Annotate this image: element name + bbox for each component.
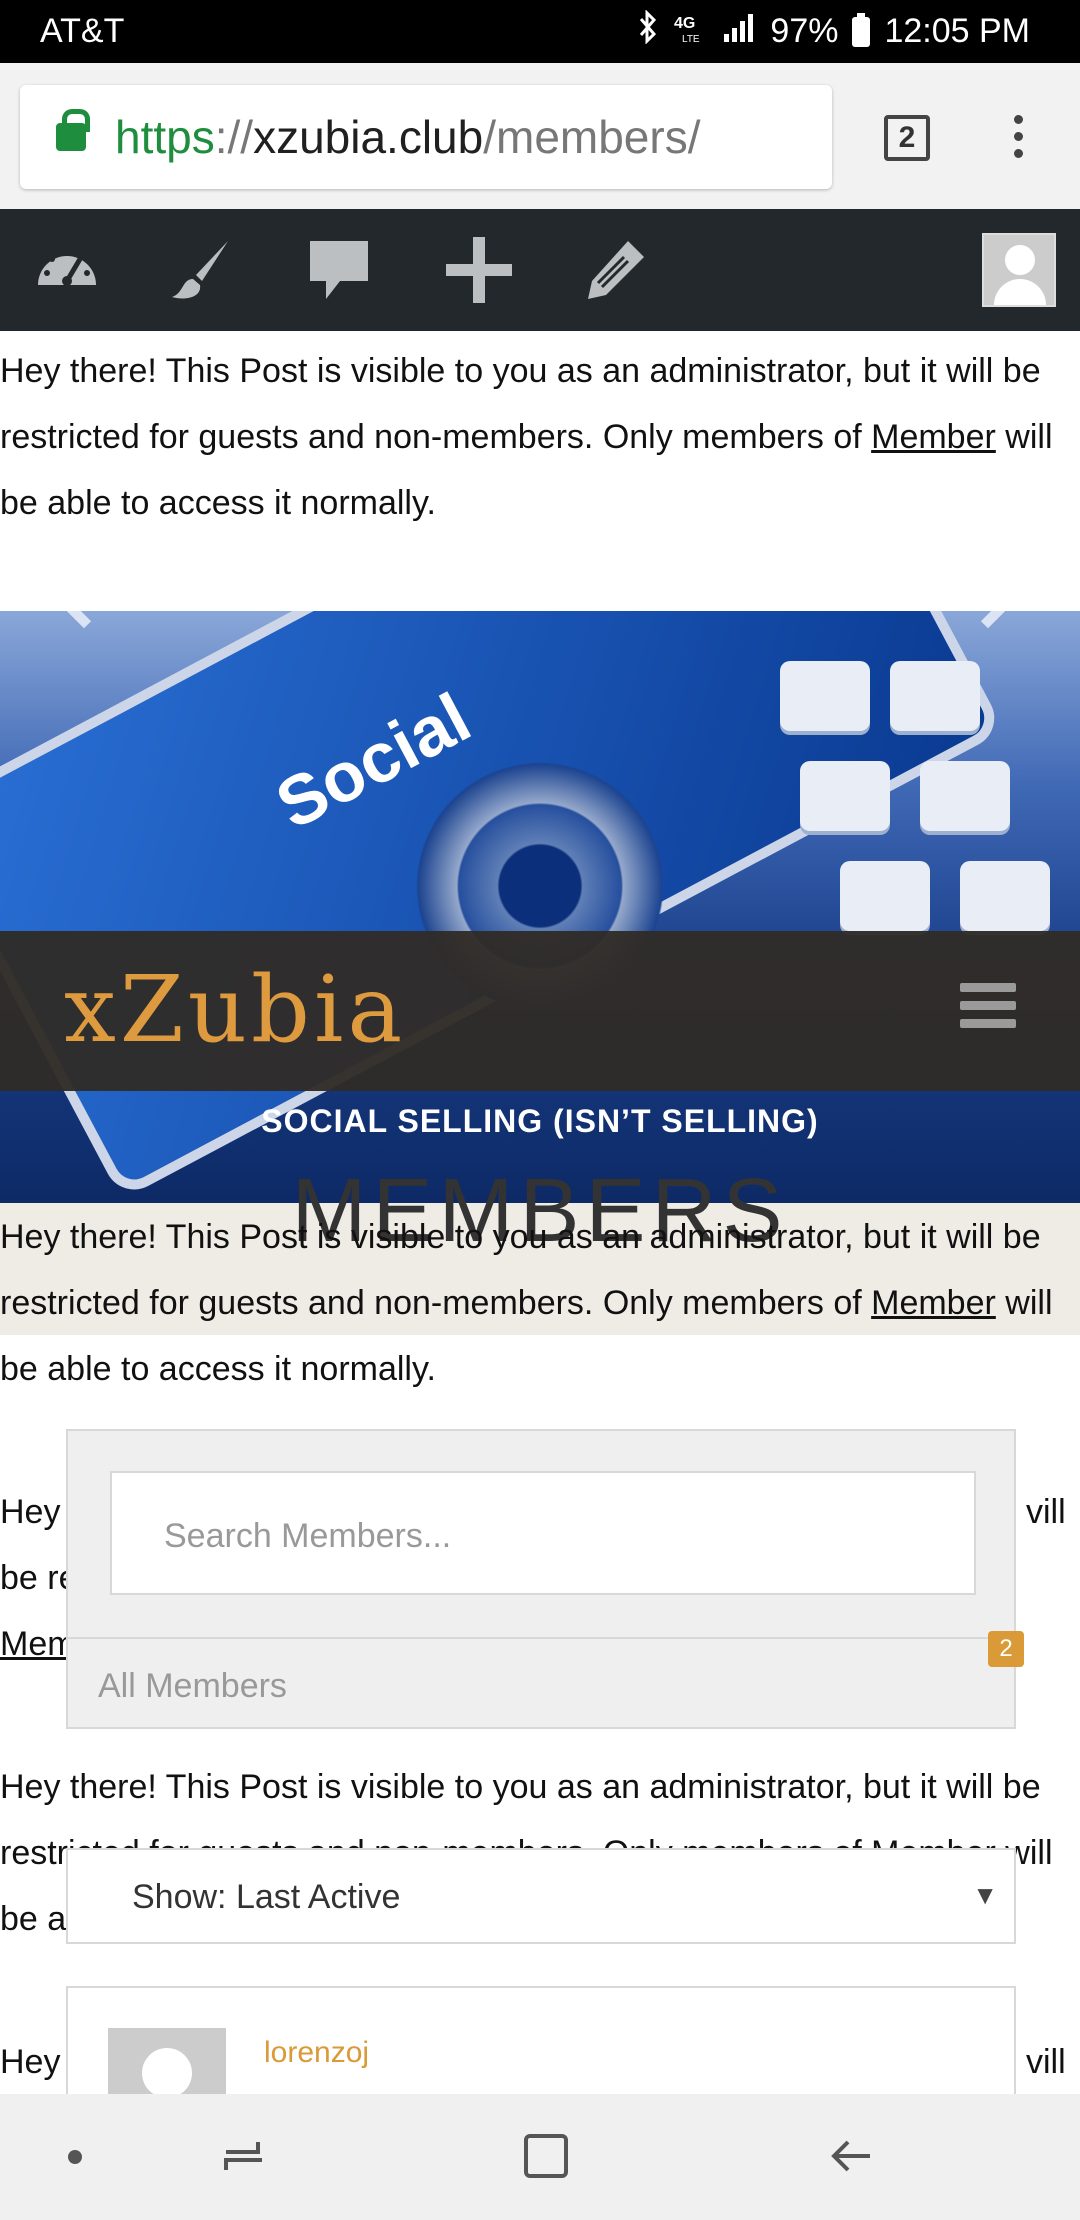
admin-avatar[interactable] bbox=[982, 233, 1056, 307]
back-icon[interactable] bbox=[828, 2134, 872, 2178]
edit-pencil-icon[interactable] bbox=[580, 235, 650, 305]
svg-text:LTE: LTE bbox=[682, 34, 700, 44]
url-host: xzubia.club bbox=[253, 111, 484, 163]
notice-fragment: Hey bbox=[0, 1493, 61, 1531]
signal-icon bbox=[722, 12, 756, 51]
members-directory-panel: Search Members... All Members 2 bbox=[66, 1429, 1024, 1729]
system-nav-bar bbox=[0, 2094, 1080, 2220]
order-by-select[interactable]: Show: Last Active ▼ bbox=[66, 1848, 1016, 1944]
network-4g-icon: 4G LTE bbox=[672, 10, 708, 53]
url-text[interactable]: https://xzubia.club/members/ bbox=[115, 110, 700, 164]
hero-keyboard-image bbox=[760, 631, 1080, 931]
order-by-value: Show: Last Active bbox=[132, 1878, 401, 1916]
site-tagline: SOCIAL SELLING (ISN’T SELLING) bbox=[261, 1103, 819, 1139]
hamburger-menu-icon[interactable] bbox=[960, 983, 1016, 1029]
nav-dot-icon[interactable] bbox=[68, 2150, 82, 2164]
member-avatar[interactable] bbox=[108, 2028, 226, 2098]
recent-apps-icon[interactable] bbox=[222, 2134, 266, 2178]
admin-notice-partial: vill bbox=[1026, 1479, 1080, 1545]
carrier-label: AT&T bbox=[40, 12, 125, 50]
status-bar: AT&T 4G LTE 97% 12:05 PM bbox=[0, 0, 1080, 63]
customize-brush-icon[interactable] bbox=[166, 235, 236, 305]
address-bar[interactable]: https://xzubia.club/members/ bbox=[20, 85, 832, 189]
url-path: /members/ bbox=[483, 111, 701, 163]
tab-all-members[interactable]: All Members bbox=[68, 1637, 1014, 1727]
comments-icon[interactable] bbox=[304, 235, 374, 305]
member-link[interactable]: Member bbox=[871, 1284, 996, 1322]
search-members-input[interactable]: Search Members... bbox=[110, 1471, 976, 1595]
admin-notice: Hey there! This Post is visible to you a… bbox=[0, 1204, 1080, 1402]
home-icon[interactable] bbox=[524, 2134, 568, 2178]
site-title[interactable]: xZubia bbox=[64, 956, 406, 1063]
add-new-icon[interactable] bbox=[444, 235, 514, 305]
dashboard-icon[interactable] bbox=[32, 235, 102, 305]
notice-fragment: Hey bbox=[0, 2043, 61, 2081]
clock: 12:05 PM bbox=[884, 12, 1030, 50]
dropdown-arrow-icon: ▼ bbox=[972, 1880, 998, 1910]
battery-percent: 97% bbox=[770, 12, 839, 50]
admin-notice: Hey there! This Post is visible to you a… bbox=[0, 338, 1080, 536]
member-list-item[interactable]: lorenzoj bbox=[66, 1986, 1016, 2098]
browser-toolbar: https://xzubia.club/members/ 2 bbox=[0, 63, 1080, 209]
bluetooth-icon bbox=[638, 9, 658, 53]
lock-icon[interactable] bbox=[56, 109, 90, 151]
member-link[interactable]: Mem bbox=[0, 1625, 76, 1663]
overflow-menu-icon[interactable] bbox=[1010, 115, 1026, 165]
admin-notice-partial: vill bbox=[1026, 2029, 1080, 2095]
url-separator: :// bbox=[214, 111, 254, 163]
site-header: xZubia bbox=[0, 931, 1080, 1091]
svg-text:4G: 4G bbox=[674, 15, 695, 32]
member-link[interactable]: Member bbox=[871, 418, 996, 456]
url-scheme: https bbox=[115, 111, 215, 163]
tab-switcher-button[interactable]: 2 bbox=[884, 115, 930, 161]
notice-fragment: vill bbox=[1026, 1493, 1066, 1531]
member-name-link[interactable]: lorenzoj bbox=[264, 2036, 369, 2070]
battery-icon bbox=[852, 12, 871, 47]
admin-bar bbox=[0, 209, 1080, 331]
notice-fragment: vill bbox=[1026, 2043, 1066, 2081]
members-count-badge: 2 bbox=[988, 1631, 1024, 1667]
status-icons: 4G LTE 97% 12:05 PM bbox=[638, 9, 1030, 53]
